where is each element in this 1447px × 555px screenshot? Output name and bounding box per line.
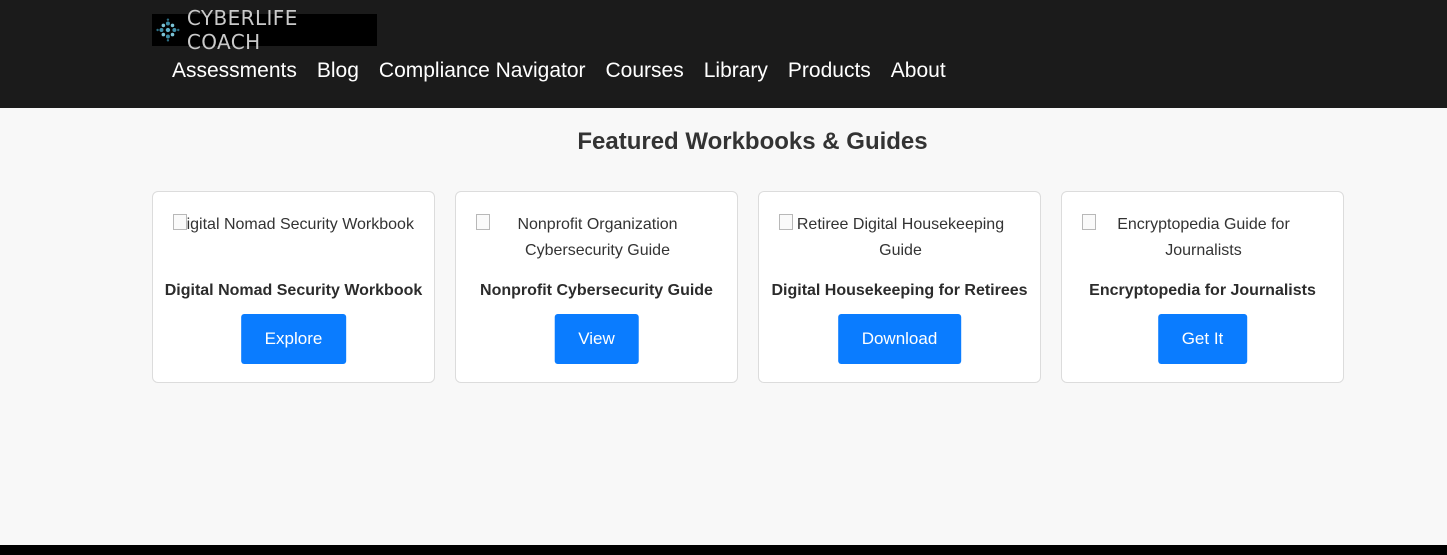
card-image-alt: Nonprofit Organization Cybersecurity Gui… — [517, 216, 678, 259]
broken-image-icon — [173, 214, 187, 230]
broken-image-icon — [476, 214, 490, 230]
product-card: Nonprofit Organization Cybersecurity Gui… — [455, 191, 738, 383]
section-title: Featured Workbooks & Guides — [577, 128, 928, 155]
card-title: Encryptopedia for Journalists — [1089, 282, 1316, 299]
card-image-placeholder: Digital Nomad Security Workbook — [173, 212, 416, 264]
main-nav: Assessments Blog Compliance Navigator Co… — [172, 56, 946, 86]
nav-item-blog[interactable]: Blog — [317, 56, 359, 86]
card-image-placeholder: Encryptopedia Guide for Journalists — [1082, 212, 1325, 264]
nav-item-about[interactable]: About — [891, 56, 946, 86]
product-card: Encryptopedia Guide for Journalists Encr… — [1061, 191, 1344, 383]
card-title: Digital Nomad Security Workbook — [164, 282, 423, 299]
broken-image-icon — [779, 214, 793, 230]
card-image-alt: Encryptopedia Guide for Journalists — [1117, 216, 1290, 259]
card-image-alt: Digital Nomad Security Workbook — [175, 216, 414, 233]
product-card: Retiree Digital Housekeeping Guide Digit… — [758, 191, 1041, 383]
product-card: Digital Nomad Security Workbook Digital … — [152, 191, 435, 383]
card-image-alt: Retiree Digital Housekeeping Guide — [796, 216, 1005, 259]
card-image-placeholder: Nonprofit Organization Cybersecurity Gui… — [476, 212, 719, 264]
nav-item-library[interactable]: Library — [704, 56, 768, 86]
site-header: CYBERLIFE COACH Assessments Blog Complia… — [0, 0, 1447, 108]
card-title: Digital Housekeeping for Retirees — [771, 282, 1028, 299]
site-footer — [0, 545, 1447, 555]
logo-text: CYBERLIFE COACH — [186, 6, 298, 54]
logo-mark-icon — [156, 18, 180, 42]
site-logo[interactable]: CYBERLIFE COACH — [152, 6, 377, 54]
view-button[interactable]: View — [554, 314, 639, 364]
broken-image-icon — [1082, 214, 1096, 230]
get-it-button[interactable]: Get It — [1157, 314, 1248, 364]
explore-button[interactable]: Explore — [240, 314, 347, 364]
nav-item-courses[interactable]: Courses — [606, 56, 684, 86]
nav-item-compliance-navigator[interactable]: Compliance Navigator — [379, 56, 586, 86]
card-title: Nonprofit Cybersecurity Guide — [480, 282, 713, 299]
download-button[interactable]: Download — [837, 314, 962, 364]
card-grid: Digital Nomad Security Workbook Digital … — [152, 191, 1344, 383]
nav-item-products[interactable]: Products — [788, 56, 871, 86]
nav-item-assessments[interactable]: Assessments — [172, 56, 297, 86]
card-image-placeholder: Retiree Digital Housekeeping Guide — [779, 212, 1022, 264]
